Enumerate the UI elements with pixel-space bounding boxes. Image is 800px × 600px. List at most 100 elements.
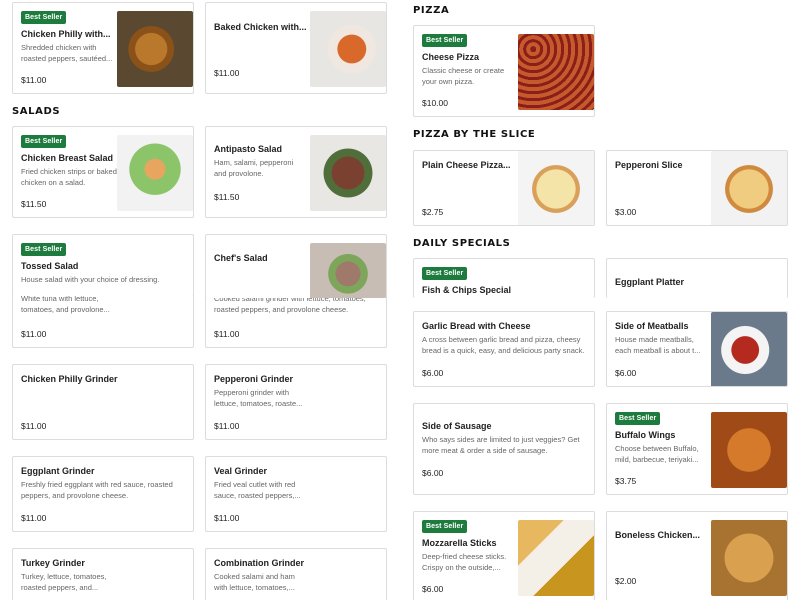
food-image bbox=[518, 520, 594, 596]
menu-item-buffalo-wings[interactable]: Best Seller Buffalo Wings Choose between… bbox=[606, 403, 788, 495]
menu-item-chicken-philly-grinder[interactable]: Chicken Philly Grinder $11.00 bbox=[12, 364, 194, 440]
food-image bbox=[711, 151, 787, 225]
item-price: $11.00 bbox=[21, 75, 47, 85]
item-title: Baked Chicken with... bbox=[214, 22, 307, 32]
item-description: Classic cheese or create your own pizza. bbox=[422, 66, 505, 86]
item-title: Eggplant Grinder bbox=[21, 466, 95, 476]
menu-item-chicken-philly-with[interactable]: Best Seller Chicken Philly with... Shred… bbox=[12, 2, 194, 94]
food-image bbox=[310, 135, 386, 211]
item-description: Ham, salami, pepperoni and provolone. bbox=[214, 158, 294, 178]
menu-item-boneless-chicken[interactable]: Boneless Chicken... $2.00 bbox=[606, 511, 788, 600]
item-price: $6.00 bbox=[422, 468, 444, 478]
item-title: Boneless Chicken... bbox=[615, 530, 701, 540]
item-price: $11.00 bbox=[214, 513, 240, 523]
menu-item-side-sausage[interactable]: Side of Sausage Who says sides are limit… bbox=[413, 403, 595, 495]
item-price: $11.00 bbox=[21, 329, 47, 339]
item-title: Chicken Philly Grinder bbox=[21, 374, 118, 384]
item-title: Pepperoni Slice bbox=[615, 160, 683, 170]
item-description: Choose between Buffalo, mild, barbecue, … bbox=[615, 444, 699, 464]
best-seller-badge: Best Seller bbox=[422, 267, 468, 280]
item-title: Fish & Chips Special bbox=[422, 285, 512, 295]
item-price: $11.00 bbox=[21, 513, 47, 523]
item-title: Pepperoni Grinder bbox=[214, 374, 294, 384]
item-description: Fried veal cutlet with red sauce, roaste… bbox=[214, 480, 301, 500]
menu-item-fish-chips[interactable]: Best Seller Fish & Chips Special bbox=[413, 258, 595, 298]
best-seller-badge: Best Seller bbox=[21, 11, 67, 24]
item-title: Chef's Salad bbox=[214, 253, 268, 263]
item-description: House salad with your choice of dressing… bbox=[21, 275, 160, 284]
item-price: $11.00 bbox=[214, 68, 240, 78]
item-price: $6.00 bbox=[422, 368, 444, 378]
best-seller-badge: Best Seller bbox=[422, 34, 468, 47]
menu-item-plain-cheese-slice[interactable]: Plain Cheese Pizza... $2.75 bbox=[413, 150, 595, 226]
section-heading-pizza: PIZZA bbox=[413, 5, 450, 16]
section-heading-salads: SALADS bbox=[12, 106, 61, 117]
item-price: $11.00 bbox=[21, 421, 47, 431]
menu-item-garlic-bread[interactable]: Garlic Bread with Cheese A cross between… bbox=[413, 311, 595, 387]
item-title: Antipasto Salad bbox=[214, 144, 283, 154]
item-title: Eggplant Platter bbox=[615, 277, 685, 287]
item-title: Tossed Salad bbox=[21, 261, 79, 271]
item-description: Shredded chicken with roasted peppers, s… bbox=[21, 43, 113, 63]
item-title: Side of Sausage bbox=[422, 421, 492, 431]
menu-item-side-meatballs[interactable]: Side of Meatballs House made meatballs, … bbox=[606, 311, 788, 387]
menu-item-pepperoni-slice[interactable]: Pepperoni Slice $3.00 bbox=[606, 150, 788, 226]
item-price: $2.00 bbox=[615, 576, 637, 586]
item-title: Veal Grinder bbox=[214, 466, 268, 476]
menu-item-chicken-breast-salad[interactable]: Best Seller Chicken Breast Salad Fried c… bbox=[12, 126, 194, 218]
item-title: Chicken Breast Salad bbox=[21, 153, 114, 163]
item-description: Deep-fried cheese sticks. Crispy on the … bbox=[422, 552, 507, 572]
best-seller-badge: Best Seller bbox=[21, 243, 67, 256]
food-image bbox=[117, 135, 193, 211]
menu-item-turkey-grinder[interactable]: Turkey Grinder Turkey, lettuce, tomatoes… bbox=[12, 548, 194, 600]
menu-item-tossed-salad[interactable]: Best Seller Tossed Salad House salad wit… bbox=[12, 234, 194, 296]
best-seller-badge: Best Seller bbox=[615, 412, 661, 425]
item-title: Mozzarella Sticks bbox=[422, 538, 497, 548]
item-description: White tuna with lettuce, tomatoes, and p… bbox=[21, 294, 110, 314]
item-title: Side of Meatballs bbox=[615, 321, 689, 331]
menu-item-chefs-salad[interactable]: Chef's Salad bbox=[205, 234, 387, 298]
food-image bbox=[518, 34, 594, 110]
item-title: Cheese Pizza bbox=[422, 52, 480, 62]
menu-item-cheese-pizza[interactable]: Best Seller Cheese Pizza Classic cheese … bbox=[413, 25, 595, 117]
item-title: Buffalo Wings bbox=[615, 430, 676, 440]
menu-item-pepperoni-grinder[interactable]: Pepperoni Grinder Pepperoni grinder with… bbox=[205, 364, 387, 440]
menu-item-peek-right[interactable]: Cooked salami grinder with lettuce, toma… bbox=[205, 290, 387, 348]
food-image bbox=[711, 520, 787, 596]
item-description: House made meatballs, each meatball is a… bbox=[615, 335, 701, 355]
item-description: Freshly fried eggplant with red sauce, r… bbox=[21, 480, 173, 500]
menu-item-mozzarella-sticks[interactable]: Best Seller Mozzarella Sticks Deep-fried… bbox=[413, 511, 595, 600]
food-image bbox=[711, 412, 787, 488]
food-image bbox=[518, 151, 594, 225]
menu-item-eggplant-platter[interactable]: Eggplant Platter bbox=[606, 258, 788, 298]
item-description: A cross between garlic bread and pizza, … bbox=[422, 335, 585, 355]
menu-item-eggplant-grinder[interactable]: Eggplant Grinder Freshly fried eggplant … bbox=[12, 456, 194, 532]
menu-item-combination-grinder[interactable]: Combination Grinder Cooked salami and ha… bbox=[205, 548, 387, 600]
section-heading-pizza-by-the-slice: PIZZA BY THE SLICE bbox=[413, 129, 536, 140]
item-price: $6.00 bbox=[615, 368, 637, 378]
item-description: Who says sides are limited to just veggi… bbox=[422, 435, 580, 455]
item-price: $11.00 bbox=[214, 329, 240, 339]
menu-item-veal-grinder[interactable]: Veal Grinder Fried veal cutlet with red … bbox=[205, 456, 387, 532]
food-image bbox=[310, 243, 386, 298]
item-price: $10.00 bbox=[422, 98, 448, 108]
menu-item-baked-chicken[interactable]: Baked Chicken with... $11.00 bbox=[205, 2, 387, 94]
item-title: Turkey Grinder bbox=[21, 558, 85, 568]
item-title: Garlic Bread with Cheese bbox=[422, 321, 531, 331]
item-price: $3.75 bbox=[615, 476, 637, 486]
item-price: $11.50 bbox=[214, 192, 240, 202]
item-title: Plain Cheese Pizza... bbox=[422, 160, 511, 170]
item-title: Combination Grinder bbox=[214, 558, 304, 568]
menu-item-peek-left[interactable]: White tuna with lettuce, tomatoes, and p… bbox=[12, 290, 194, 348]
item-price: $6.00 bbox=[422, 584, 444, 594]
item-price: $2.75 bbox=[422, 207, 444, 217]
item-price: $11.00 bbox=[214, 421, 240, 431]
item-price: $3.00 bbox=[615, 207, 637, 217]
section-heading-daily-specials: DAILY SPECIALS bbox=[413, 238, 511, 249]
menu-item-antipasto-salad[interactable]: Antipasto Salad Ham, salami, pepperoni a… bbox=[205, 126, 387, 218]
item-description: Fried chicken strips or baked chicken on… bbox=[21, 167, 117, 187]
best-seller-badge: Best Seller bbox=[422, 520, 468, 533]
item-description: Pepperoni grinder with lettuce, tomatoes… bbox=[214, 388, 303, 408]
item-price: $11.50 bbox=[21, 199, 47, 209]
food-image bbox=[310, 11, 386, 87]
